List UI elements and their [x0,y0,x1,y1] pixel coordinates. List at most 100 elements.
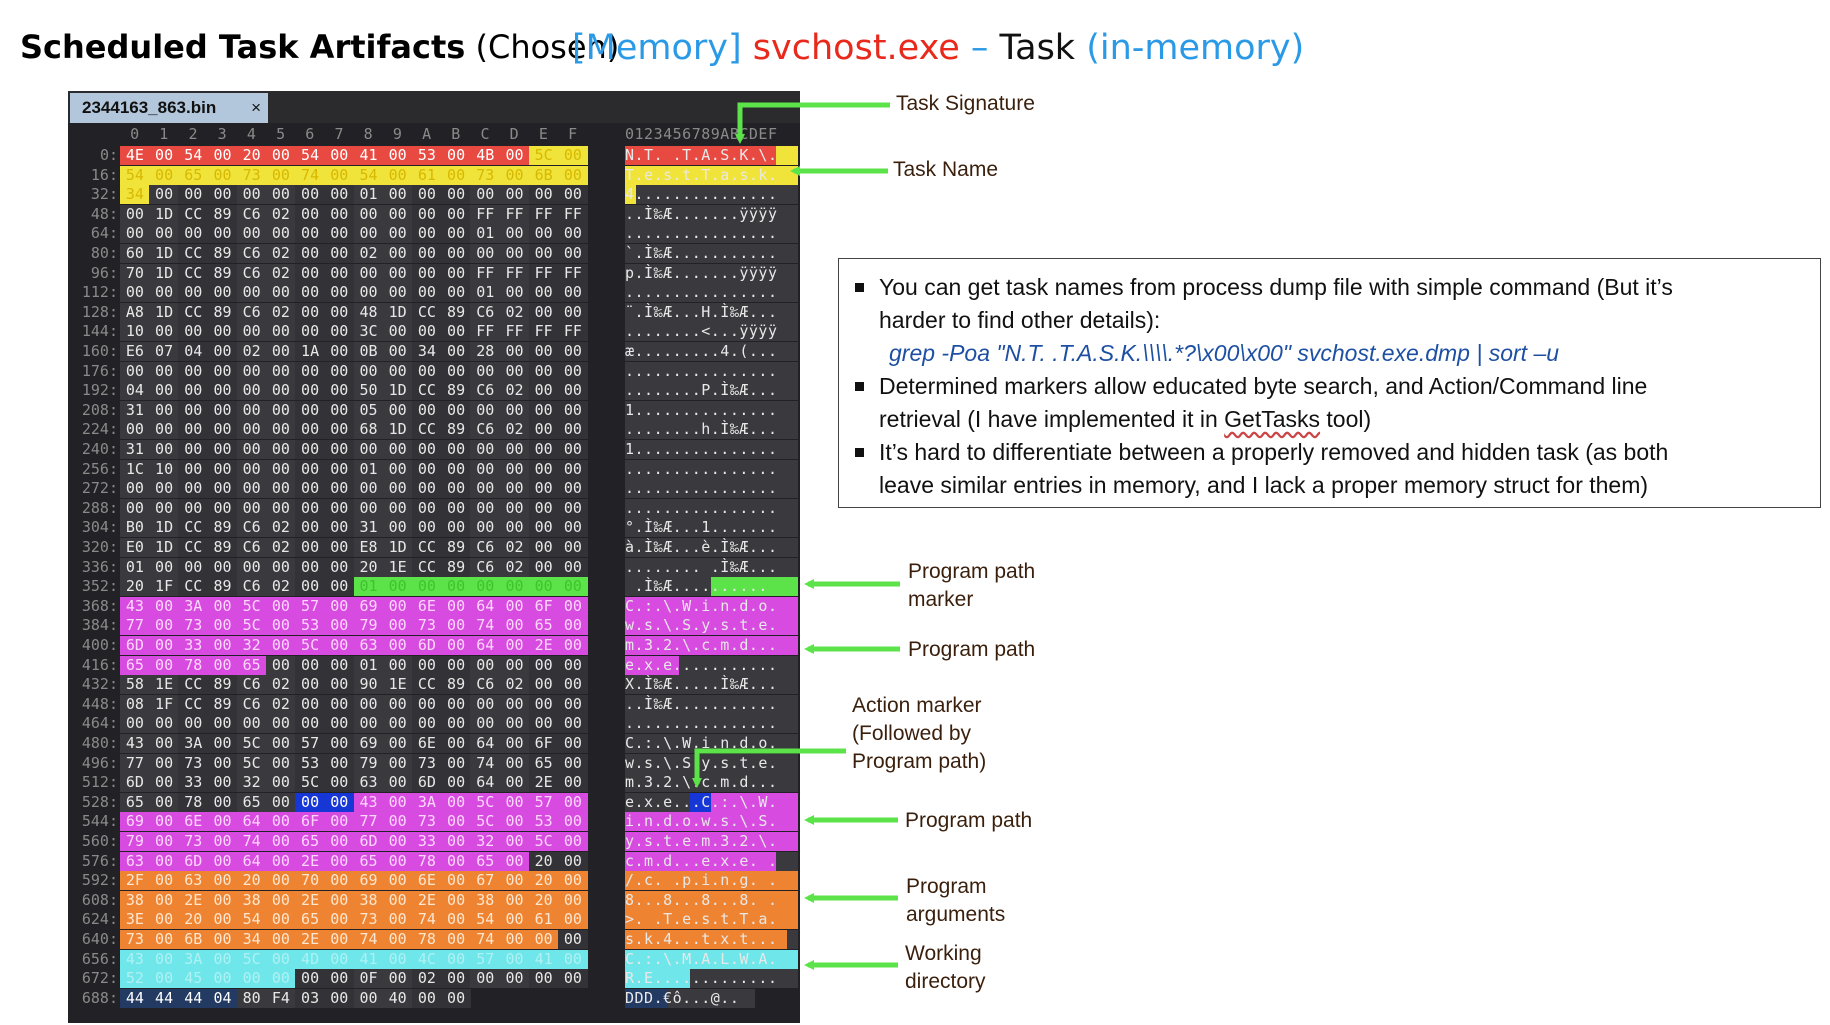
hex-byte[interactable]: C6 [236,694,267,714]
hex-byte[interactable]: 1D [149,263,179,283]
hex-byte[interactable]: 00 [499,498,530,518]
hex-byte[interactable]: 64 [470,596,501,616]
hex-byte[interactable]: E8 [353,538,384,557]
hex-byte[interactable]: 00 [266,400,296,420]
hex-byte[interactable]: 00 [207,890,238,910]
hex-byte[interactable]: 00 [120,420,150,440]
hex-byte[interactable]: 74 [353,930,384,949]
hex-byte[interactable]: 00 [470,244,501,263]
hex-byte[interactable]: 00 [558,361,588,381]
hex-byte[interactable]: 00 [441,812,471,832]
hex-byte[interactable]: 00 [499,596,530,616]
hex-byte[interactable]: 43 [120,949,150,969]
hex-byte[interactable]: 01 [353,459,384,479]
hex-byte[interactable]: 00 [558,283,588,303]
hex-byte[interactable]: 00 [236,557,267,577]
hex-byte[interactable]: 00 [412,244,442,263]
hex-byte[interactable]: 02 [266,577,296,597]
hex-byte[interactable]: 00 [324,185,355,205]
hex-byte[interactable]: 00 [149,400,179,420]
hex-byte[interactable]: 00 [441,498,471,518]
hex-byte[interactable]: 53 [412,146,442,165]
hex-byte[interactable]: 00 [499,283,530,303]
hex-byte[interactable]: 5C [528,832,559,851]
hex-byte[interactable]: 48 [353,302,384,322]
hex-byte[interactable]: 00 [295,400,325,420]
hex-byte[interactable]: 00 [353,694,384,714]
hex-byte[interactable]: 00 [324,381,355,401]
hex-byte[interactable]: 00 [266,322,296,342]
hex-byte[interactable]: 00 [149,185,179,205]
hex-byte[interactable]: FF [470,204,501,224]
hex-byte[interactable]: 00 [499,734,530,753]
hex-byte[interactable]: 73 [120,930,150,949]
hex-byte[interactable]: 00 [266,832,296,851]
hex-byte[interactable]: 69 [353,596,384,616]
hex-byte[interactable]: 00 [236,498,267,518]
hex-byte[interactable]: FF [499,204,530,224]
hex-byte[interactable]: FF [558,263,588,283]
hex-byte[interactable]: 00 [441,910,471,930]
hex-byte[interactable]: 00 [324,577,355,597]
hex-byte[interactable]: 00 [499,930,530,949]
hex-byte[interactable]: 00 [324,498,355,518]
hex-byte[interactable]: 00 [499,577,530,597]
hex-byte[interactable]: 00 [324,773,355,793]
hex-byte[interactable]: 00 [558,969,588,989]
hex-byte[interactable]: 00 [324,753,355,773]
hex-byte[interactable]: 38 [353,890,384,910]
hex-byte[interactable]: 00 [441,890,471,910]
hex-byte[interactable]: CC [412,557,442,577]
hex-byte[interactable]: 00 [353,204,384,224]
hex-byte[interactable]: 00 [412,518,442,538]
hex-byte[interactable]: 5C [236,734,267,753]
hex-byte[interactable]: 89 [207,694,238,714]
hex-byte[interactable]: 31 [120,440,150,459]
hex-byte[interactable]: 00 [382,263,413,283]
hex-byte[interactable]: 00 [207,557,238,577]
hex-byte[interactable]: 43 [120,734,150,753]
hex-byte[interactable]: 44 [120,988,150,1008]
hex-byte[interactable]: 02 [266,518,296,538]
hex-byte[interactable]: 00 [382,753,413,773]
hex-byte[interactable]: 00 [178,498,209,518]
hex-byte[interactable]: 00 [295,263,325,283]
hex-byte[interactable]: 79 [353,753,384,773]
hex-byte[interactable]: 00 [207,420,238,440]
hex-byte[interactable]: CC [412,420,442,440]
hex-byte[interactable]: 00 [412,440,442,459]
hex-byte[interactable]: 00 [207,596,238,616]
hex-byte[interactable]: 00 [149,655,179,675]
hex-byte[interactable]: 00 [382,498,413,518]
hex-byte[interactable]: 00 [149,440,179,459]
hex-byte[interactable]: 00 [266,440,296,459]
hex-byte[interactable]: 00 [266,342,296,361]
hex-byte[interactable]: 00 [499,185,530,205]
hex-byte[interactable]: 00 [149,812,179,832]
hex-byte[interactable]: 00 [441,616,471,636]
hex-byte[interactable]: 54 [353,165,384,185]
hex-byte[interactable]: 00 [441,400,471,420]
hex-byte[interactable]: 00 [499,969,530,989]
hex-byte[interactable]: 00 [528,283,559,303]
hex-byte[interactable]: 00 [382,714,413,734]
hex-byte[interactable]: 70 [120,263,150,283]
hex-byte[interactable]: 00 [266,459,296,479]
hex-byte[interactable]: 00 [324,812,355,832]
hex-byte[interactable]: 00 [295,557,325,577]
hex-byte[interactable]: 00 [382,400,413,420]
hex-byte[interactable]: 00 [441,832,471,851]
hex-byte[interactable]: 64 [470,636,501,655]
hex-byte[interactable]: 32 [470,832,501,851]
hex-byte[interactable]: CC [178,675,209,695]
hex-byte[interactable]: 00 [528,400,559,420]
hex-byte[interactable]: 00 [266,479,296,499]
hex-byte[interactable]: 00 [295,244,325,263]
hex-byte[interactable]: 00 [382,930,413,949]
hex-byte[interactable]: CC [178,577,209,597]
hex-byte[interactable]: 00 [441,263,471,283]
hex-byte[interactable]: 41 [353,146,384,165]
hex-byte[interactable]: C6 [236,577,267,597]
hex-byte[interactable]: 00 [558,734,588,753]
hex-byte[interactable]: 00 [528,577,559,597]
